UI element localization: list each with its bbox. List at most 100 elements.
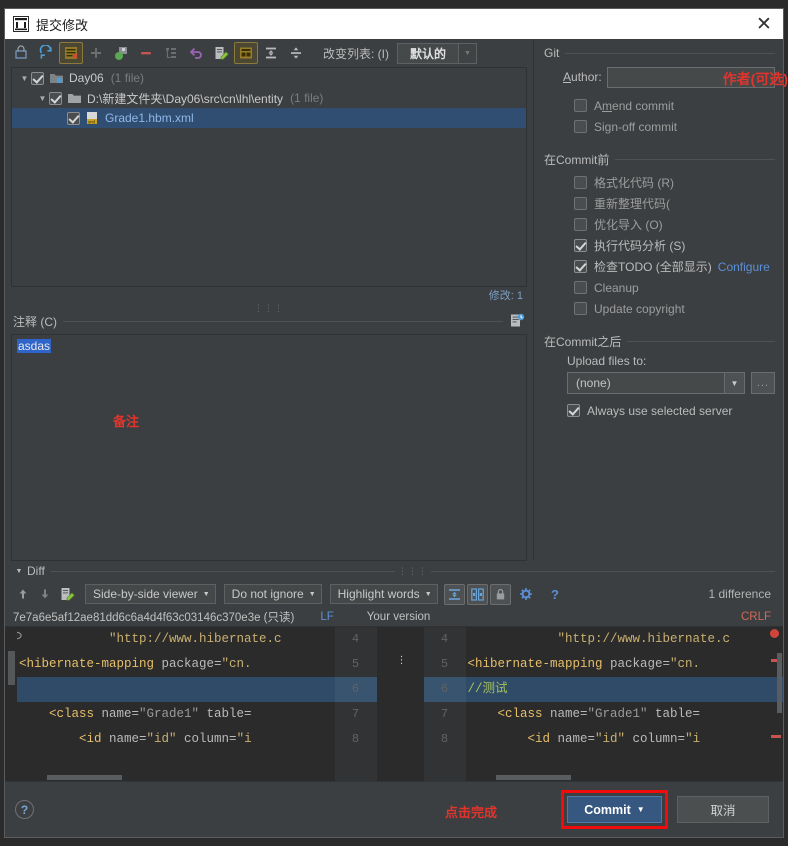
line-number: 4 — [440, 632, 449, 646]
cancel-button[interactable]: 取消 — [677, 796, 769, 823]
annotation-highlight-box: Commit ▼ — [561, 790, 668, 829]
diff-code-line: <id name="id" column="i — [466, 727, 784, 752]
before-commit-option[interactable]: 优化导入 (O) — [544, 214, 775, 235]
revert-icon[interactable] — [184, 42, 208, 64]
option-label: 执行代码分析 (S) — [594, 239, 686, 253]
upper-area: 改变列表: (I) 默认的 ▼ ▼ Day06 (1 file) ▼ D:\新建文件夹\… — [5, 39, 788, 561]
help-icon[interactable]: ? — [15, 800, 34, 819]
changed-files-tree[interactable]: ▼ Day06 (1 file) ▼ D:\新建文件夹\Day06\src\cn\lhl… — [11, 67, 527, 287]
group-by-directory-icon[interactable] — [159, 42, 183, 64]
read-only-lock-icon[interactable] — [489, 583, 511, 605]
commit-button[interactable]: Commit ▼ — [567, 796, 662, 823]
line-number: 5 — [440, 657, 449, 671]
change-arrow-icon[interactable]: ⋮ — [397, 656, 407, 666]
before-commit-option[interactable]: 重新整理代码( — [544, 193, 775, 214]
before-commit-option[interactable]: 格式化代码 (R) — [544, 172, 775, 193]
delete-icon[interactable] — [134, 42, 158, 64]
before-commit-option[interactable]: Cleanup — [544, 277, 775, 298]
tree-row-name: Day06 — [69, 71, 104, 85]
window-title: 提交修改 — [36, 17, 89, 33]
code-token: <id — [467, 732, 558, 746]
annotation-author: 作者(可选) — [722, 70, 788, 87]
row-checkbox[interactable] — [67, 111, 80, 125]
chevron-down-icon: ▼ — [202, 590, 210, 598]
before-commit-option[interactable]: 检查TODO (全部显示) Configure — [544, 256, 775, 277]
expand-triangle-icon[interactable]: ▼ — [36, 94, 49, 103]
always-use-server-checkbox[interactable]: Always use selected server — [544, 400, 775, 421]
edit-source-icon[interactable] — [209, 42, 233, 64]
before-commit-option[interactable]: Update copyright — [544, 298, 775, 319]
right-line-separator[interactable]: CRLF — [741, 611, 777, 623]
collapse-unchanged-icon[interactable] — [443, 583, 465, 605]
intellij-idea-icon — [13, 16, 29, 32]
diff-code-line: <class name="Grade1" table= — [466, 702, 784, 727]
comment-section-header: 注释 (C) — [5, 313, 533, 331]
scrollbar-thumb[interactable] — [8, 651, 15, 685]
git-label: Git — [544, 46, 560, 60]
splitter-handle[interactable]: ⋮⋮⋮ — [394, 565, 431, 577]
vertical-scrollbar[interactable] — [777, 653, 782, 713]
modified-count: 修改: 1 — [488, 290, 523, 302]
row-checkbox[interactable] — [49, 91, 62, 105]
diff-right-pane[interactable]: "http://www.hibernate.c <hibernate-mappin… — [465, 627, 784, 781]
close-icon[interactable]: ✕ — [751, 11, 777, 37]
commit-message-input[interactable]: asdas 备注 — [11, 333, 527, 561]
left-line-separator[interactable]: LF — [320, 611, 333, 623]
code-token: "i — [685, 732, 701, 746]
configure-link[interactable]: Configure — [718, 260, 770, 274]
expand-triangle-icon[interactable]: ▼ — [18, 74, 31, 83]
horizontal-scrollbar[interactable] — [495, 775, 571, 780]
viewer-mode-dropdown[interactable]: Side-by-side viewer ▼ — [85, 584, 216, 604]
edit-source-icon[interactable] — [57, 584, 77, 604]
annotation-comment: 备注 — [113, 413, 140, 429]
upload-server-dropdown[interactable]: (none) ▼ — [567, 372, 745, 394]
add-icon[interactable] — [84, 42, 108, 64]
move-to-changelist-icon[interactable] — [109, 42, 133, 64]
ignore-mode-dropdown[interactable]: Do not ignore ▼ — [223, 584, 322, 604]
changelist-dropdown[interactable]: 默认的 ▼ — [397, 42, 478, 64]
commit-changes-dialog: 提交修改 ✕ 改变列表: (I) 默认的 ▼ ▼ Day06 (1 file) … — [4, 8, 788, 838]
before-commit-option[interactable]: 执行代码分析 (S) — [544, 235, 775, 256]
preview-diff-icon[interactable] — [234, 42, 258, 64]
amend-commit-checkbox[interactable]: Amend commit — [544, 95, 775, 116]
code-token: package= — [610, 657, 671, 671]
expand-all-icon[interactable] — [259, 42, 283, 64]
collapse-triangle-icon[interactable]: ▼ — [13, 568, 25, 575]
settings-gear-icon[interactable] — [517, 584, 537, 604]
highlight-mode-value: Highlight words — [337, 587, 420, 601]
previous-difference-icon[interactable] — [13, 584, 33, 604]
changes-toolbar: 改变列表: (I) 默认的 ▼ — [5, 39, 533, 67]
splitter-handle[interactable]: ⋮⋮⋮ — [5, 303, 533, 313]
checkbox-box — [574, 120, 587, 133]
row-checkbox[interactable] — [31, 71, 44, 85]
dialog-footer: ? 点击完成 Commit ▼ 取消 — [5, 781, 783, 837]
next-difference-icon[interactable] — [35, 584, 55, 604]
rollback-icon[interactable] — [9, 42, 33, 64]
title-bar: 提交修改 ✕ — [5, 9, 783, 39]
sign-off-commit-checkbox[interactable]: Sign-off commit — [544, 116, 775, 137]
horizontal-scrollbar[interactable] — [47, 775, 122, 780]
tree-row[interactable]: ▼ Day06 (1 file) — [12, 68, 526, 88]
diff-left-pane[interactable]: "http://www.hibernate.c <hibernate-mappin… — [17, 627, 335, 781]
tree-row[interactable]: ▼ D:\新建文件夹\Day06\src\cn\lhl\entity (1 file… — [12, 88, 526, 108]
tree-row[interactable]: xml Grade1.hbm.xml — [12, 108, 526, 128]
synchronize-scrolling-icon[interactable] — [466, 583, 488, 605]
svg-text:xml: xml — [88, 119, 95, 124]
show-diff-icon[interactable] — [59, 42, 83, 64]
refresh-icon[interactable] — [34, 42, 58, 64]
option-label: 重新整理代码( — [594, 197, 670, 211]
browse-servers-button[interactable]: ... — [751, 372, 775, 394]
code-token: "id" — [595, 732, 626, 746]
collapse-all-icon[interactable] — [284, 42, 308, 64]
help-icon[interactable]: ? — [545, 584, 565, 604]
change-markers-bar[interactable] — [5, 627, 17, 781]
commit-message-history-icon[interactable] — [509, 313, 525, 331]
option-label: Cleanup — [594, 280, 639, 295]
svg-text:?: ? — [551, 587, 559, 602]
error-badge[interactable] — [770, 629, 779, 638]
code-token: <id — [19, 732, 110, 746]
code-token: table= — [199, 707, 252, 721]
highlight-mode-dropdown[interactable]: Highlight words ▼ — [329, 584, 438, 604]
author-input[interactable]: 作者(可选) — [606, 66, 788, 88]
right-gutter: 4 5 6 7 8 — [423, 627, 466, 781]
